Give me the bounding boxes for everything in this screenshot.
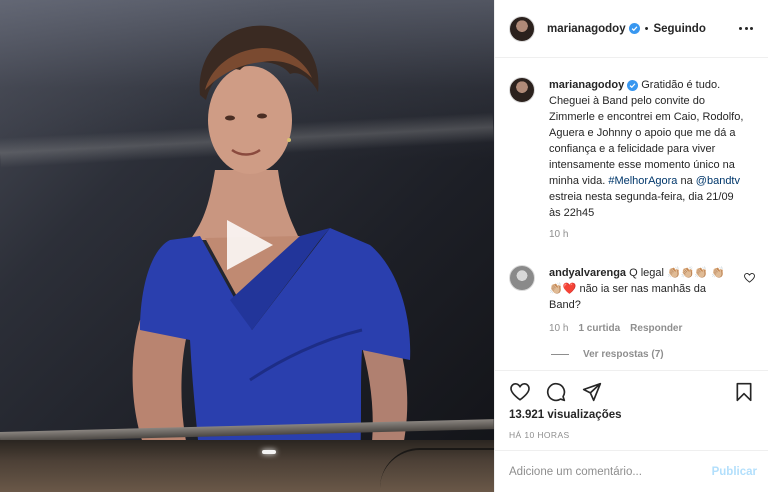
hashtag-link[interactable]: #MelhorAgora xyxy=(608,175,677,187)
verified-icon xyxy=(627,80,639,91)
comment-likes[interactable]: 1 curtida xyxy=(578,321,620,337)
caption-end: estreia nesta segunda-feira, dia 21/09 à… xyxy=(549,191,734,219)
mention-link[interactable]: @bandtv xyxy=(696,175,740,187)
commenter-username[interactable]: andyalvarenga xyxy=(549,267,626,279)
comment-item: andyalvarenga Q legal 👏🏼👏🏼👏🏼 👏🏼👏🏼❤️ não … xyxy=(509,265,759,337)
publish-button[interactable]: Publicar xyxy=(712,466,757,478)
commenter-avatar[interactable] xyxy=(509,265,535,291)
view-count[interactable]: 13.921 visualizações xyxy=(509,409,622,421)
comment-input[interactable] xyxy=(509,465,709,478)
post-caption: marianagodoy Gratidão é tudo. Cheguei à … xyxy=(509,77,759,243)
caption-connector: na xyxy=(680,175,693,187)
action-icons xyxy=(509,381,603,403)
author-avatar[interactable] xyxy=(509,15,535,42)
post-sidebar: marianagodoy • Seguindo marianagodoy Gra… xyxy=(494,0,768,492)
comment-time[interactable]: 10 h xyxy=(549,321,568,337)
tv-cables xyxy=(380,448,494,492)
comment-body: andyalvarenga Q legal 👏🏼👏🏼👏🏼 👏🏼👏🏼❤️ não … xyxy=(549,265,727,337)
caption-time[interactable]: 10 h xyxy=(549,227,745,243)
share-icon[interactable] xyxy=(581,381,603,403)
comment-meta: 10 h 1 curtida Responder xyxy=(549,321,727,337)
play-icon[interactable] xyxy=(219,216,277,274)
heart-icon[interactable] xyxy=(509,381,531,403)
view-replies-button[interactable]: Ver respostas (7) xyxy=(551,349,664,360)
comment-icon[interactable] xyxy=(545,381,567,403)
following-button[interactable]: Seguindo xyxy=(653,23,705,35)
instagram-post-modal: marianagodoy • Seguindo marianagodoy Gra… xyxy=(0,0,768,492)
save-icon[interactable] xyxy=(733,381,755,403)
view-replies-label: Ver respostas (7) xyxy=(583,349,664,360)
post-header: marianagodoy • Seguindo xyxy=(495,0,768,58)
add-comment-bar: Publicar xyxy=(495,450,768,492)
caption-avatar[interactable] xyxy=(509,77,535,103)
verified-icon xyxy=(628,23,640,34)
caption-username[interactable]: marianagodoy xyxy=(549,79,624,91)
separator-dot: • xyxy=(644,22,649,35)
replies-divider xyxy=(551,354,569,355)
caption-text: Gratidão é tudo. Cheguei à Band pelo con… xyxy=(549,79,744,187)
post-timestamp[interactable]: HÁ 10 HORAS xyxy=(509,430,570,440)
author-username[interactable]: marianagodoy xyxy=(547,23,626,35)
caption-body: marianagodoy Gratidão é tudo. Cheguei à … xyxy=(549,77,745,243)
post-video[interactable] xyxy=(0,0,494,492)
comment-heart-icon[interactable] xyxy=(744,272,755,286)
tv-led xyxy=(262,450,276,454)
post-actions: 13.921 visualizações HÁ 10 HORAS xyxy=(495,370,768,446)
reply-button[interactable]: Responder xyxy=(630,321,682,337)
comments-section[interactable]: marianagodoy Gratidão é tudo. Cheguei à … xyxy=(495,59,768,370)
more-icon[interactable] xyxy=(739,21,755,35)
